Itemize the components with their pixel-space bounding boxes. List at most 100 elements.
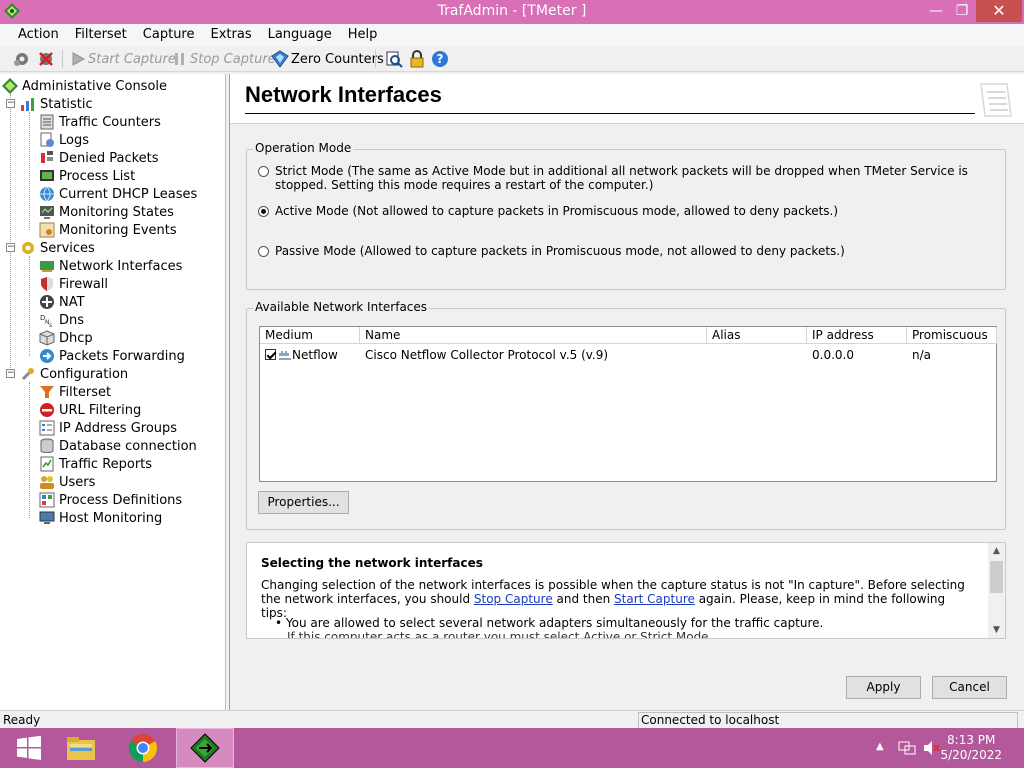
column-alias[interactable]: Alias	[707, 327, 807, 344]
tree-item-traffic-counters[interactable]: Traffic Counters	[39, 113, 161, 131]
tree-item-dhcp[interactable]: Dhcp	[39, 329, 93, 347]
trafadmin-task-button[interactable]	[176, 728, 234, 768]
tree-item-filterset[interactable]: Filterset	[39, 383, 111, 401]
trafadmin-icon	[190, 733, 220, 763]
tree-item-process-definitions[interactable]: Process Definitions	[39, 491, 182, 509]
column-medium[interactable]: Medium	[260, 327, 360, 344]
log-icon	[40, 132, 54, 147]
tree-item-monitoring-states[interactable]: Monitoring States	[39, 203, 174, 221]
properties-button[interactable]: Properties...	[258, 491, 349, 514]
tree-item-denied-packets[interactable]: Denied Packets	[39, 149, 159, 167]
active-mode-radio[interactable]	[258, 206, 269, 217]
tree-item-label: Current DHCP Leases	[59, 186, 198, 202]
scroll-up-arrow-icon[interactable]: ▲	[988, 543, 1005, 559]
close-button[interactable]: ✕	[976, 0, 1022, 22]
start-capture-link[interactable]: Start Capture	[614, 592, 695, 606]
menu-help[interactable]: Help	[340, 24, 386, 42]
tree-item-current-dhcp-leases[interactable]: Current DHCP Leases	[39, 185, 197, 203]
nat-icon	[40, 295, 54, 309]
collapse-configuration-toggle[interactable]: −	[6, 369, 15, 378]
process-definitions-icon	[39, 492, 55, 508]
tray-expand-icon[interactable]: ▲	[876, 741, 884, 752]
header-divider	[245, 113, 975, 114]
disconnect-icon[interactable]	[37, 49, 57, 69]
column-promiscuous[interactable]: Promiscuous	[907, 327, 997, 344]
svg-text:s: s	[49, 322, 52, 328]
users-icon	[40, 476, 54, 489]
volume-muted-icon[interactable]	[922, 739, 940, 757]
report-icon	[40, 456, 54, 472]
column-ip-address[interactable]: IP address	[807, 327, 907, 344]
title-bar: TrafAdmin - [TMeter ] — ❐ ✕	[0, 0, 1024, 24]
tree-root[interactable]: Administative Console	[2, 77, 167, 95]
strict-mode-option[interactable]: Strict Mode (The same as Active Mode but…	[258, 164, 998, 192]
tree-item-process-list[interactable]: Process List	[39, 167, 135, 185]
tree-item-traffic-reports[interactable]: Traffic Reports	[39, 455, 152, 473]
denied-packets-icon	[41, 151, 53, 163]
apply-button[interactable]: Apply	[846, 676, 921, 699]
stop-capture-button[interactable]: Stop Capture	[172, 49, 276, 69]
tree-item-host-monitoring[interactable]: Host Monitoring	[39, 509, 162, 527]
file-explorer-button[interactable]	[52, 728, 110, 768]
scroll-thumb[interactable]	[990, 561, 1003, 593]
help-scrollbar[interactable]: ▲ ▼	[988, 543, 1005, 638]
stop-capture-link[interactable]: Stop Capture	[474, 592, 553, 606]
tree-configuration[interactable]: Configuration	[20, 365, 128, 383]
collapse-services-toggle[interactable]: −	[6, 243, 15, 252]
tree-root-label: Administative Console	[22, 78, 168, 94]
tree-item-network-interfaces[interactable]: Network Interfaces	[39, 257, 182, 275]
tree-item-database-connection[interactable]: Database connection	[39, 437, 197, 455]
tree-item-label: Host Monitoring	[59, 510, 163, 526]
tree-statistic[interactable]: Statistic	[20, 95, 93, 113]
menu-capture[interactable]: Capture	[135, 24, 203, 42]
tree-item-logs[interactable]: Logs	[39, 131, 89, 149]
page-header: Network Interfaces	[230, 74, 1024, 124]
row-medium-text: Netflow	[292, 348, 338, 362]
passive-mode-radio[interactable]	[258, 246, 269, 257]
tree-item-url-filtering[interactable]: URL Filtering	[39, 401, 141, 419]
active-mode-label: Active Mode (Not allowed to capture pack…	[275, 204, 839, 218]
table-row[interactable]: Netflow Cisco Netflow Collector Protocol…	[260, 346, 997, 364]
tree-item-ip-address-groups[interactable]: IP Address Groups	[39, 419, 177, 437]
collapse-statistic-toggle[interactable]: −	[6, 99, 15, 108]
tree-item-nat[interactable]: NAT	[39, 293, 85, 311]
start-capture-button[interactable]: Start Capture	[70, 49, 176, 69]
cancel-button[interactable]: Cancel	[932, 676, 1007, 699]
menu-action[interactable]: Action	[10, 24, 67, 42]
zero-counters-button[interactable]: Zero Counters	[271, 49, 384, 69]
tree-item-label: IP Address Groups	[59, 420, 178, 436]
menu-extras[interactable]: Extras	[203, 24, 260, 42]
tree-item-packets-forwarding[interactable]: Packets Forwarding	[39, 347, 185, 365]
tree-services[interactable]: Services	[20, 239, 95, 257]
events-icon	[39, 222, 55, 238]
taskbar-clock[interactable]: 8:13 PM 5/20/2022	[940, 733, 1002, 763]
interface-checkbox[interactable]	[265, 349, 276, 360]
tree-item-dns[interactable]: DNs Dns	[39, 311, 84, 329]
network-icon[interactable]	[898, 739, 916, 757]
chrome-button[interactable]	[114, 728, 172, 768]
menu-language[interactable]: Language	[260, 24, 340, 42]
strict-mode-radio[interactable]	[258, 166, 269, 177]
menu-filterset[interactable]: Filterset	[67, 24, 135, 42]
active-mode-option[interactable]: Active Mode (Not allowed to capture pack…	[258, 204, 998, 218]
lock-icon[interactable]	[408, 49, 428, 69]
column-name[interactable]: Name	[360, 327, 707, 344]
window-title: TrafAdmin - [TMeter ]	[437, 3, 587, 19]
menu-bar: Action Filterset Capture Extras Language Help	[0, 24, 1024, 46]
restore-button[interactable]: ❐	[946, 0, 978, 22]
tree-item-label: Process List	[59, 168, 136, 184]
passive-mode-option[interactable]: Passive Mode (Allowed to capture packets…	[258, 244, 998, 258]
settings-gear-icon[interactable]	[13, 49, 33, 69]
search-icon[interactable]	[385, 49, 405, 69]
interfaces-list[interactable]: Medium Name Alias IP address Promiscuous…	[259, 326, 997, 482]
console-icon	[2, 78, 18, 94]
start-button[interactable]	[0, 728, 58, 768]
tree-item-label: Denied Packets	[59, 150, 159, 166]
tree-item-monitoring-events[interactable]: Monitoring Events	[39, 221, 177, 239]
tree-item-label: Traffic Counters	[59, 114, 161, 130]
row-alias-cell	[707, 346, 807, 364]
scroll-down-arrow-icon[interactable]: ▼	[988, 622, 1005, 638]
tree-item-users[interactable]: Users	[39, 473, 95, 491]
help-icon[interactable]: ?	[431, 49, 451, 69]
tree-item-firewall[interactable]: Firewall	[39, 275, 108, 293]
